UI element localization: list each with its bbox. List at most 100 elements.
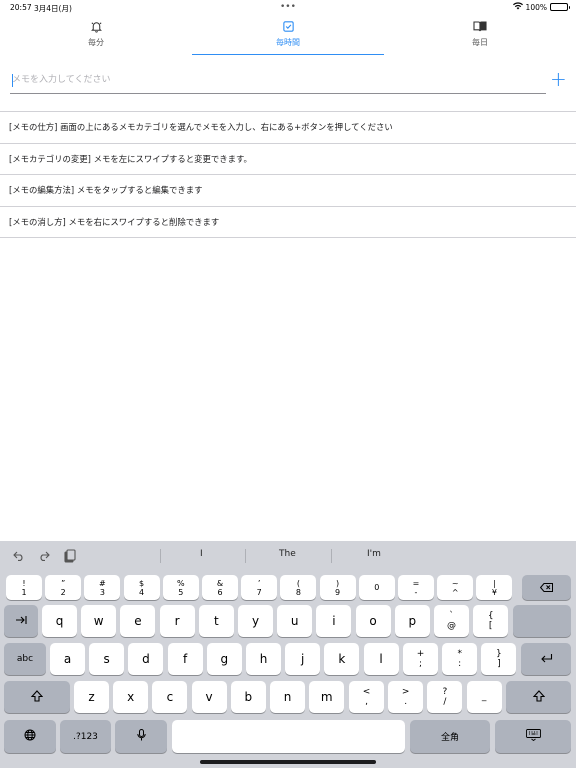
key-n[interactable]: n <box>270 681 305 713</box>
key-symbol[interactable]: }] <box>481 643 517 675</box>
suggestion-1[interactable]: I <box>200 549 203 559</box>
key-s[interactable]: s <box>89 643 125 675</box>
key-j[interactable]: j <box>285 643 321 675</box>
abc-key[interactable]: abc <box>4 643 46 675</box>
tab-every-minute[interactable]: 毎分 <box>0 14 192 56</box>
key-u[interactable]: u <box>277 605 313 637</box>
key-l[interactable]: l <box>363 643 399 675</box>
key-5[interactable]: % 5 <box>162 575 199 600</box>
software-keyboard: I The I'm ! 1” 2 #3 $4% 5 & 6’ 7(8) 9 0 = - ~ ^ | ¥ q w e r t… <box>0 541 576 768</box>
globe-key[interactable] <box>4 720 56 753</box>
memo-item[interactable]: [メモの消し方] メモを右にスワイプすると削除できます <box>0 207 576 238</box>
key-9[interactable]: ) 9 <box>319 575 356 600</box>
key-q[interactable]: q <box>42 605 77 637</box>
key-^[interactable]: ~ ^ <box>437 575 474 600</box>
bell-icon <box>88 18 104 34</box>
key-x[interactable]: x <box>113 681 149 713</box>
tab-key[interactable] <box>4 605 38 637</box>
key-label: g <box>220 652 229 666</box>
key-label: # <box>99 578 106 588</box>
key-c[interactable]: c <box>152 681 188 713</box>
undo-icon[interactable] <box>12 549 26 563</box>
key-symbol[interactable]: ? / <box>427 681 463 713</box>
globe-icon <box>24 729 36 744</box>
key-symbol[interactable]: ` @ <box>434 605 469 637</box>
key-label: i <box>332 614 336 628</box>
tab-every-hour[interactable]: 毎時間 <box>192 14 384 56</box>
suggestion-3[interactable]: I'm <box>367 549 381 559</box>
key-label: : <box>458 659 462 669</box>
key-label: = <box>412 578 420 588</box>
key-symbol[interactable]: _ <box>466 681 502 713</box>
space-key[interactable] <box>172 720 405 753</box>
numbers-key[interactable]: .?123 <box>60 720 111 753</box>
key-symbol[interactable]: *: <box>442 643 478 675</box>
shift-key-right[interactable] <box>506 681 571 713</box>
memo-item[interactable]: [メモの仕方] 画面の上にあるメモカテゴリを選んでメモを入力し、右にある+ボタン… <box>0 112 576 144</box>
key-w[interactable]: w <box>81 605 117 637</box>
microphone-icon <box>136 729 146 744</box>
key-p[interactable]: p <box>394 605 430 637</box>
key-e[interactable]: e <box>120 605 156 637</box>
key-v[interactable]: v <box>191 681 227 713</box>
key-label: _ <box>481 692 487 702</box>
key-h[interactable]: h <box>246 643 281 675</box>
key-o[interactable]: o <box>355 605 391 637</box>
add-memo-button[interactable]: + <box>550 69 567 89</box>
key-symbol[interactable]: <, <box>349 681 384 713</box>
dictation-key[interactable] <box>115 720 167 753</box>
key-2[interactable]: ” 2 <box>45 575 82 600</box>
key-z[interactable]: z <box>74 681 109 713</box>
return-key[interactable] <box>521 643 571 675</box>
key-7[interactable]: ’ 7 <box>241 575 278 600</box>
key-8[interactable]: (8 <box>280 575 317 600</box>
key-¥[interactable]: | ¥ <box>476 575 513 600</box>
hide-keyboard-key[interactable] <box>495 720 571 753</box>
key-d[interactable]: d <box>128 643 164 675</box>
key-y[interactable]: y <box>238 605 273 637</box>
shift-key-left[interactable] <box>4 681 70 713</box>
key-a[interactable]: a <box>50 643 85 675</box>
tab-every-day[interactable]: 毎日 <box>384 14 576 56</box>
fullwidth-key[interactable]: 全角 <box>410 720 490 753</box>
key-label: / <box>443 697 447 707</box>
key-r[interactable]: r <box>159 605 195 637</box>
key-symbol[interactable]: >. <box>388 681 424 713</box>
home-indicator <box>200 760 376 764</box>
key-label: , <box>365 697 368 707</box>
memo-input[interactable] <box>10 66 546 94</box>
key-3[interactable]: #3 <box>84 575 121 600</box>
key-m[interactable]: m <box>309 681 345 713</box>
key-g[interactable]: g <box>206 643 242 675</box>
tab-label: 毎分 <box>88 38 104 47</box>
key-label: q <box>55 614 64 628</box>
paste-icon[interactable] <box>63 549 77 563</box>
memo-item[interactable]: [メモカテゴリの変更] メモを左にスワイプすると変更できます。 <box>0 144 576 175</box>
key-t[interactable]: t <box>198 605 234 637</box>
key-6[interactable]: & 6 <box>202 575 238 600</box>
battery-percent: 100% <box>525 2 547 12</box>
key-label: s <box>103 652 110 666</box>
key-b[interactable]: b <box>230 681 266 713</box>
suggestion-2[interactable]: The <box>279 549 296 559</box>
key-symbol[interactable]: {[ <box>473 605 509 637</box>
key-label: $ <box>139 578 145 588</box>
key-label: ; <box>418 659 423 669</box>
key-k[interactable]: k <box>324 643 360 675</box>
key-symbol[interactable]: +; <box>403 643 438 675</box>
redo-icon[interactable] <box>37 549 51 563</box>
key-label: - <box>414 587 418 597</box>
key-1[interactable]: ! 1 <box>6 575 42 600</box>
key--[interactable]: = - <box>398 575 434 600</box>
memo-item[interactable]: [メモの編集方法] メモをタップすると編集できます <box>0 175 576 207</box>
delete-key[interactable] <box>522 575 571 600</box>
key-f[interactable]: f <box>167 643 203 675</box>
status-right: 100% <box>512 2 570 12</box>
key-label: < <box>362 687 371 697</box>
multitasking-dots-icon[interactable]: ••• <box>280 2 296 12</box>
key-4[interactable]: $4 <box>123 575 160 600</box>
key-i[interactable]: i <box>316 605 352 637</box>
key-0[interactable]: 0 <box>358 575 395 600</box>
checklist-icon <box>280 18 296 34</box>
suggestion-divider <box>331 549 332 563</box>
